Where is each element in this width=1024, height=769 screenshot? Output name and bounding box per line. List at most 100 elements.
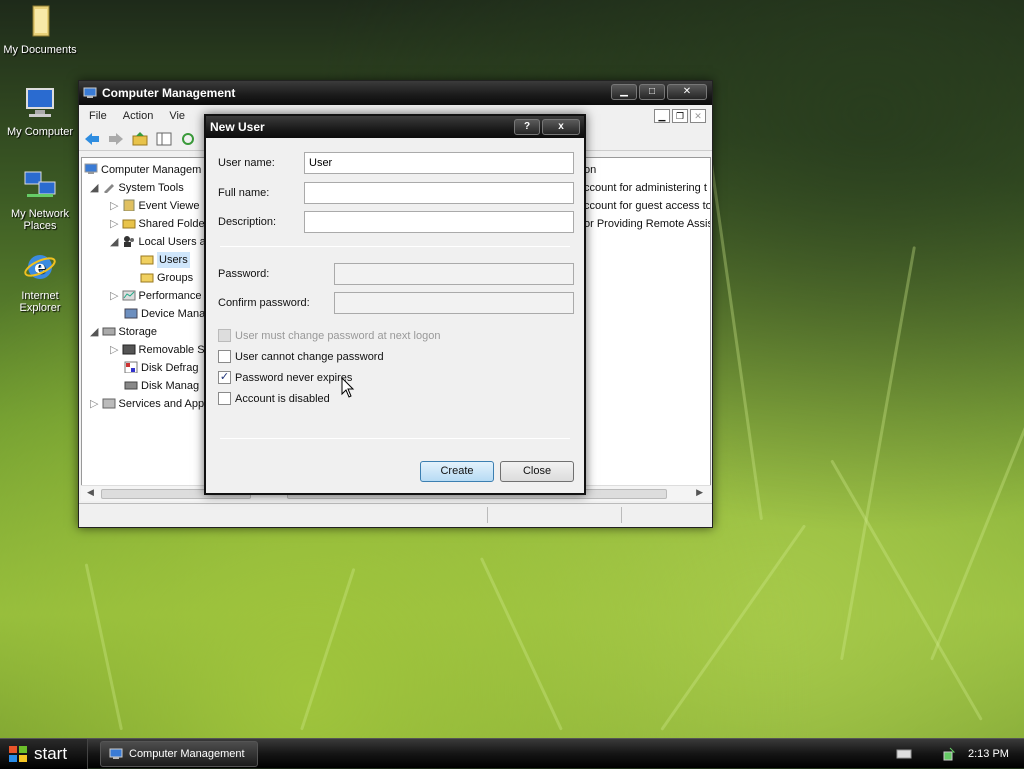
tree-item-local-users[interactable]: ◢ Local Users a (110, 234, 206, 250)
start-label: start (34, 744, 68, 763)
network-status-icon[interactable] (942, 746, 958, 762)
help-button[interactable]: ? (514, 119, 540, 135)
computer-icon (26, 88, 54, 117)
tree-item-performance[interactable]: ▷ Performance (110, 288, 202, 304)
close-button[interactable]: ✕ (667, 84, 707, 100)
taskbar-item-computer-management[interactable]: Computer Management (100, 741, 258, 767)
account-disabled-checkbox[interactable]: Account is disabled (218, 392, 330, 405)
taskbar-item-label: Computer Management (129, 748, 245, 760)
desktop-icon-my-documents[interactable]: My Documents (0, 4, 80, 56)
desktop-icon-internet-explorer[interactable]: e Internet Explorer (0, 250, 80, 314)
scroll-right-icon[interactable]: ▶ (696, 487, 703, 498)
clock[interactable]: 2:13 PM (968, 748, 1009, 760)
cannot-change-password-checkbox[interactable]: User cannot change password (218, 350, 384, 363)
mouse-cursor-icon (341, 377, 355, 398)
menu-action[interactable]: Action (115, 110, 162, 122)
cm-titlebar[interactable]: Computer Management ▁ □ ✕ (79, 81, 712, 105)
up-folder-icon[interactable] (131, 131, 149, 147)
password-never-expires-checkbox[interactable]: ✓ Password never expires (218, 371, 352, 384)
list-item[interactable]: ccount for guest access to (584, 198, 710, 214)
checkbox-box[interactable] (218, 392, 231, 405)
desktop-icon-my-computer[interactable]: My Computer (0, 86, 80, 138)
new-user-title: New User (210, 120, 265, 134)
device-icon (124, 308, 138, 319)
tree-item-disk-defragmenter[interactable]: Disk Defrag (124, 360, 198, 376)
minimize-button[interactable]: ▁ (611, 84, 637, 100)
refresh-icon[interactable] (179, 131, 197, 147)
tree-item-removable-storage[interactable]: ▷ Removable S (110, 342, 205, 358)
close-icon: x (558, 121, 564, 132)
divider (220, 438, 570, 439)
services-icon (102, 398, 116, 409)
tree-item-services-applications[interactable]: ▷ Services and App (90, 396, 204, 412)
computer-icon (109, 748, 123, 759)
checkbox-label: User cannot change password (235, 350, 384, 363)
divider (220, 246, 570, 247)
users-icon (123, 236, 134, 247)
checkbox-label: Account is disabled (235, 392, 330, 405)
show-hide-tree-icon[interactable] (155, 131, 173, 147)
tree-item-device-manager[interactable]: Device Mana (124, 306, 205, 322)
mdi-restore-button[interactable]: ❐ (672, 109, 688, 123)
back-arrow-icon[interactable] (83, 131, 101, 147)
tree-item-system-tools[interactable]: ◢ System Tools (90, 180, 184, 196)
tools-icon (103, 184, 114, 193)
storage-icon (102, 327, 116, 336)
dialog-close-button[interactable]: x (542, 119, 580, 135)
mdi-close-button[interactable]: ✕ (690, 109, 706, 123)
username-field[interactable] (304, 152, 574, 174)
new-user-dialog: New User ? x User name: Full name: Descr… (204, 114, 586, 495)
computer-icon (83, 87, 97, 98)
list-item[interactable]: ccount for administering t (584, 180, 707, 196)
confirm-password-field[interactable] (334, 292, 574, 314)
menu-view[interactable]: Vie (161, 110, 193, 122)
ie-icon: e (24, 255, 56, 279)
mdi-controls: ▁ ❐ ✕ (654, 109, 706, 123)
performance-icon (122, 290, 136, 301)
scroll-left-icon[interactable]: ◀ (87, 487, 94, 498)
must-change-password-checkbox[interactable]: User must change password at next logon (218, 329, 440, 342)
tree-item-disk-management[interactable]: Disk Manag (124, 378, 199, 394)
maximize-icon: □ (648, 86, 656, 97)
keyboard-icon[interactable] (896, 748, 912, 760)
menu-file[interactable]: File (81, 110, 115, 122)
desktop-icon-label: My Computer (6, 126, 74, 138)
list-item[interactable]: or Providing Remote Assis (584, 216, 710, 232)
password-label: Password: (218, 268, 270, 280)
shared-folder-icon (122, 219, 136, 229)
close-icon: ✕ (682, 86, 692, 97)
disk-icon (124, 381, 138, 390)
removable-icon (122, 344, 136, 355)
folder-icon (140, 255, 154, 265)
cm-title: Computer Management (102, 86, 236, 100)
checkbox-box[interactable] (218, 329, 231, 342)
password-field[interactable] (334, 263, 574, 285)
desktop-icon-label: My Documents (3, 44, 77, 56)
help-icon: ? (523, 121, 531, 132)
defrag-icon (124, 361, 138, 373)
status-bar (79, 503, 712, 527)
tree-item-computer-management[interactable]: Computer Managem (84, 162, 201, 178)
desktop-icon-my-network-places[interactable]: My Network Places (0, 168, 80, 232)
description-field[interactable] (304, 211, 574, 233)
tree-item-groups[interactable]: Groups (140, 270, 193, 286)
checkbox-box[interactable] (218, 350, 231, 363)
tree-item-storage[interactable]: ◢ Storage (90, 324, 157, 340)
tree-item-users[interactable]: Users (140, 252, 190, 268)
tree-item-shared-folders[interactable]: ▷ Shared Folde (110, 216, 205, 232)
checkbox-box[interactable]: ✓ (218, 371, 231, 384)
start-button[interactable]: start (0, 739, 88, 769)
mdi-minimize-button[interactable]: ▁ (654, 109, 670, 123)
fullname-field[interactable] (304, 182, 574, 204)
network-icon (24, 171, 56, 197)
event-icon (123, 199, 135, 211)
create-button[interactable]: Create (420, 461, 494, 482)
forward-arrow-icon[interactable] (107, 131, 125, 147)
new-user-titlebar[interactable]: New User ? x (206, 116, 584, 138)
confirm-password-label: Confirm password: (218, 297, 310, 309)
minimize-icon: ▁ (620, 86, 628, 97)
close-dialog-button[interactable]: Close (500, 461, 574, 482)
maximize-button[interactable]: □ (639, 84, 665, 100)
tree-item-event-viewer[interactable]: ▷ Event Viewe (110, 198, 199, 214)
fullname-label: Full name: (218, 187, 270, 199)
